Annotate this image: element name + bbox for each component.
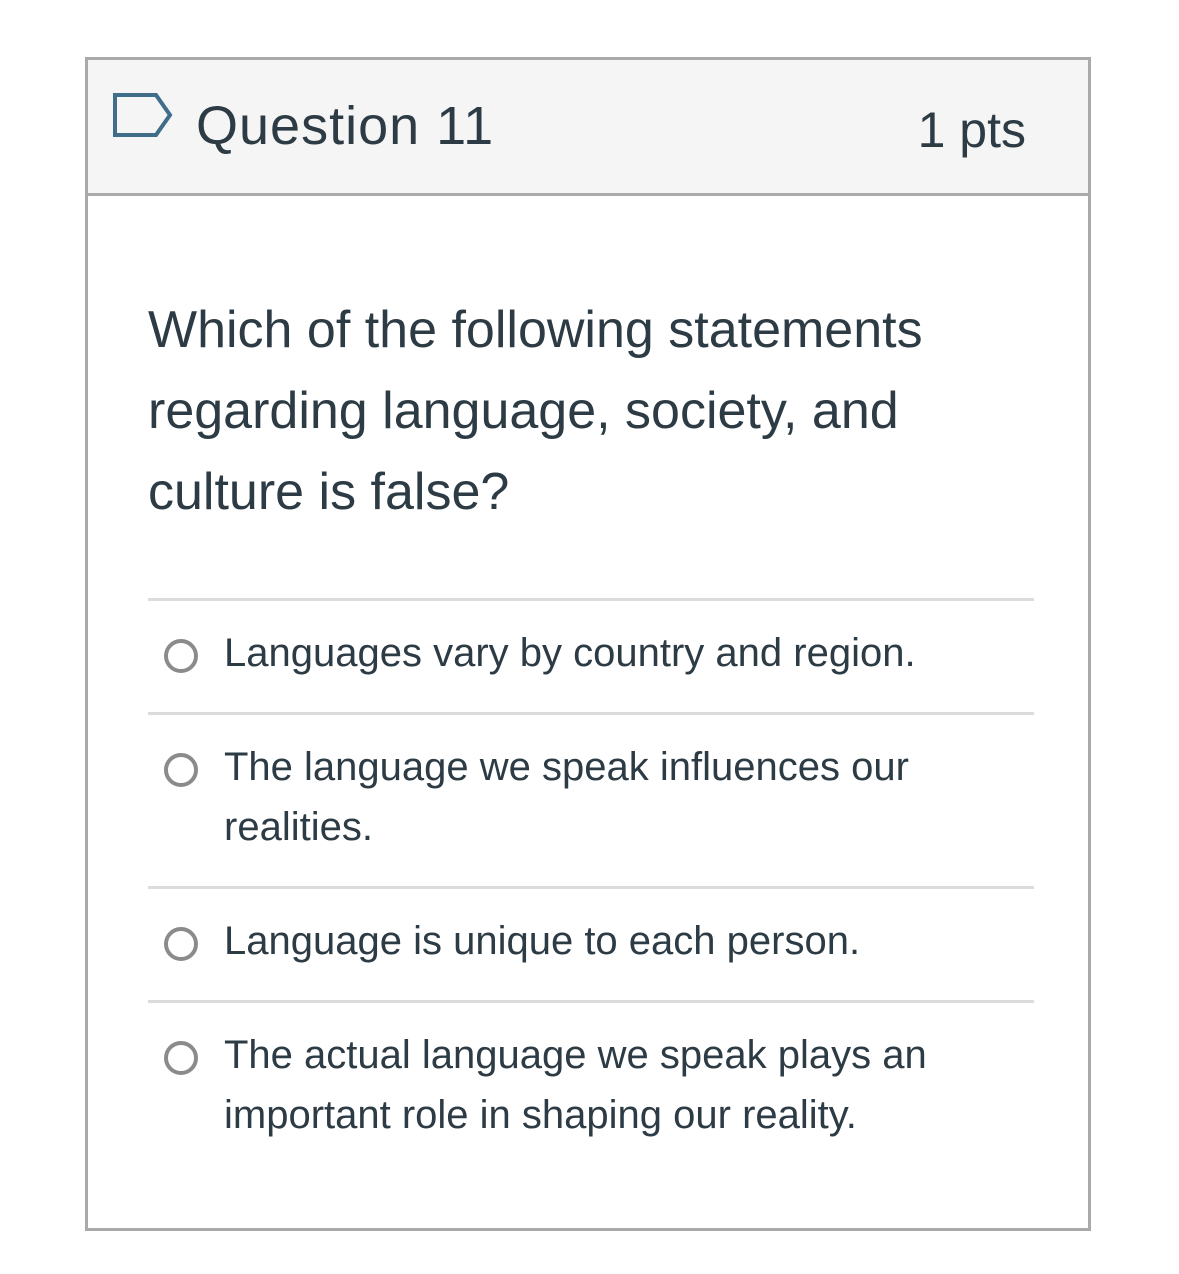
question-points: 1 pts <box>917 102 1026 158</box>
question-card: Question 11 1 pts Which of the following… <box>85 57 1091 1231</box>
answer-list: Languages vary by country and region. Th… <box>148 598 1034 1180</box>
answer-option[interactable]: The actual language we speak plays an im… <box>148 1000 1034 1180</box>
radio-button[interactable] <box>164 1041 198 1075</box>
answer-option[interactable]: Language is unique to each person. <box>148 886 1034 1000</box>
question-text: Which of the following statements regard… <box>148 301 923 521</box>
radio-button[interactable] <box>164 753 198 787</box>
question-title: Question 11 <box>196 96 495 156</box>
radio-button[interactable] <box>164 927 198 961</box>
answer-option[interactable]: Languages vary by country and region. <box>148 598 1034 712</box>
answer-label[interactable]: Language is unique to each person. <box>224 911 1014 971</box>
flag-icon[interactable] <box>112 92 176 138</box>
question-header: Question 11 1 pts <box>88 60 1088 196</box>
answer-option[interactable]: The language we speak influences our rea… <box>148 712 1034 886</box>
radio-button[interactable] <box>164 639 198 673</box>
answer-label[interactable]: The actual language we speak plays an im… <box>224 1025 1014 1145</box>
answer-label[interactable]: The language we speak influences our rea… <box>224 737 1014 857</box>
answer-label[interactable]: Languages vary by country and region. <box>224 623 1014 683</box>
